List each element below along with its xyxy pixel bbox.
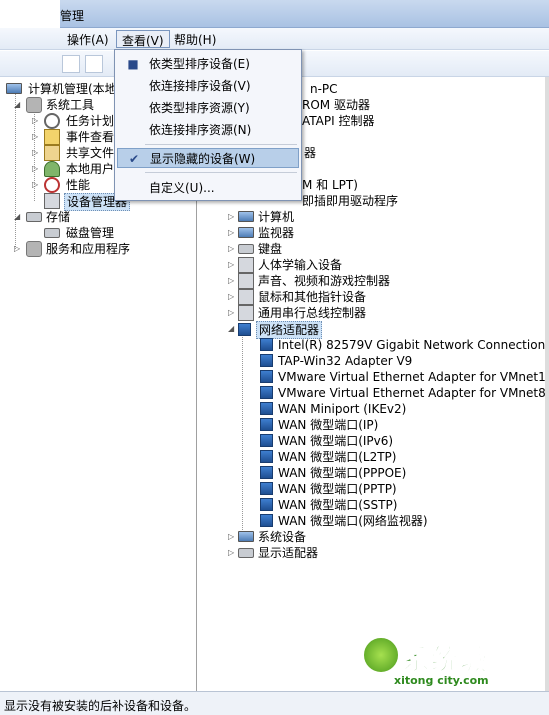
network-card-icon <box>260 450 273 463</box>
device-cat-a[interactable]: 器 <box>304 145 316 161</box>
network-card-icon <box>260 386 273 399</box>
menu-help[interactable]: 帮助(H) <box>169 30 221 48</box>
mouse-icon <box>238 289 254 305</box>
menu-sort-resources-by-type[interactable]: 依类型排序资源(Y) <box>117 98 299 118</box>
disk-icon <box>44 228 60 238</box>
expand-icon[interactable]: ▷ <box>228 225 236 241</box>
menu-separator <box>145 144 297 145</box>
status-text: 显示没有被安装的后补设备和设备。 <box>4 699 197 713</box>
services-icon <box>26 241 42 257</box>
scrollbar[interactable] <box>545 77 549 691</box>
device-ports[interactable]: M 和 LPT) <box>302 177 358 193</box>
network-card-icon <box>260 498 273 511</box>
network-card-icon <box>260 370 273 383</box>
network-card-icon <box>260 402 273 415</box>
expand-icon[interactable]: ▷ <box>228 529 236 545</box>
expand-icon[interactable]: ▷ <box>228 273 236 289</box>
device-generic-drivers[interactable]: 即插即用驱动程序 <box>302 193 398 209</box>
menu-bar: 操作(A) 查看(V) 帮助(H) <box>0 28 549 50</box>
expand-icon[interactable]: ▷ <box>32 129 40 145</box>
network-card-icon <box>260 338 273 351</box>
menu-sort-devices-by-connection[interactable]: 依连接排序设备(V) <box>117 76 299 96</box>
speaker-icon <box>238 273 254 289</box>
expand-icon[interactable]: ▷ <box>32 113 40 129</box>
expand-open-icon[interactable]: ◢ <box>14 209 22 225</box>
view-menu-dropdown: ■ 依类型排序设备(E) 依连接排序设备(V) 依类型排序资源(Y) 依连接排序… <box>114 49 302 201</box>
network-card-icon <box>260 514 273 527</box>
window-title: 管理 <box>60 9 85 23</box>
network-card-icon <box>260 482 273 495</box>
computer-icon <box>6 83 22 94</box>
expand-icon[interactable]: ▷ <box>32 145 40 161</box>
monitor-icon <box>238 227 254 238</box>
network-adapter-icon <box>238 323 251 336</box>
bullet-icon: ■ <box>127 57 139 71</box>
menu-action[interactable]: 操作(A) <box>62 30 114 48</box>
expand-open-icon[interactable]: ◢ <box>228 321 236 337</box>
network-card-icon <box>260 354 273 367</box>
menu-customize[interactable]: 自定义(U)... <box>117 178 299 198</box>
network-card-icon <box>260 418 273 431</box>
system-device-icon <box>238 531 254 542</box>
network-card-icon <box>260 434 273 447</box>
menu-show-hidden-devices[interactable]: ✔ 显示隐藏的设备(W) <box>117 148 299 168</box>
expand-icon[interactable]: ▷ <box>14 241 22 257</box>
expand-icon[interactable]: ▷ <box>228 305 236 321</box>
expand-icon[interactable]: ▷ <box>228 209 236 225</box>
event-log-icon <box>44 129 60 145</box>
expand-icon[interactable]: ▷ <box>228 289 236 305</box>
expand-open-icon[interactable]: ◢ <box>14 97 22 113</box>
expand-icon[interactable]: ▷ <box>228 257 236 273</box>
expand-icon[interactable]: ▷ <box>32 177 40 193</box>
device-cdrom[interactable]: ROM 驱动器 <box>302 97 370 113</box>
shared-folder-icon <box>44 145 60 161</box>
expand-icon[interactable]: ▷ <box>228 545 236 561</box>
title-bar: 管理 <box>0 0 549 28</box>
device-computer-name[interactable]: n-PC <box>310 81 338 97</box>
users-icon <box>44 161 60 177</box>
logo-icon <box>362 636 400 674</box>
storage-icon <box>26 212 42 222</box>
menu-separator <box>145 172 297 173</box>
usb-icon <box>238 305 254 321</box>
menu-view[interactable]: 查看(V) <box>116 30 170 48</box>
device-manager-icon <box>44 193 60 209</box>
up-folder-icon[interactable] <box>62 55 80 73</box>
performance-icon <box>44 177 60 193</box>
expand-icon[interactable]: ▷ <box>228 241 236 257</box>
hid-icon <box>238 257 254 273</box>
watermark-logo: 系统城 xitong city.com <box>362 636 512 692</box>
keyboard-icon <box>238 244 254 254</box>
clock-icon <box>44 113 60 129</box>
status-bar: 显示没有被安装的后补设备和设备。 <box>0 691 549 715</box>
expand-icon[interactable]: ▷ <box>32 161 40 177</box>
check-icon: ✔ <box>128 152 140 166</box>
computer-icon <box>238 211 254 222</box>
device-ide[interactable]: ATAPI 控制器 <box>302 113 374 129</box>
tools-icon <box>26 97 42 113</box>
network-card-icon <box>260 466 273 479</box>
menu-sort-resources-by-connection[interactable]: 依连接排序资源(N) <box>117 120 299 140</box>
properties-icon[interactable] <box>85 55 103 73</box>
display-adapter-icon <box>238 548 254 558</box>
menu-sort-devices-by-type[interactable]: ■ 依类型排序设备(E) <box>117 54 299 74</box>
